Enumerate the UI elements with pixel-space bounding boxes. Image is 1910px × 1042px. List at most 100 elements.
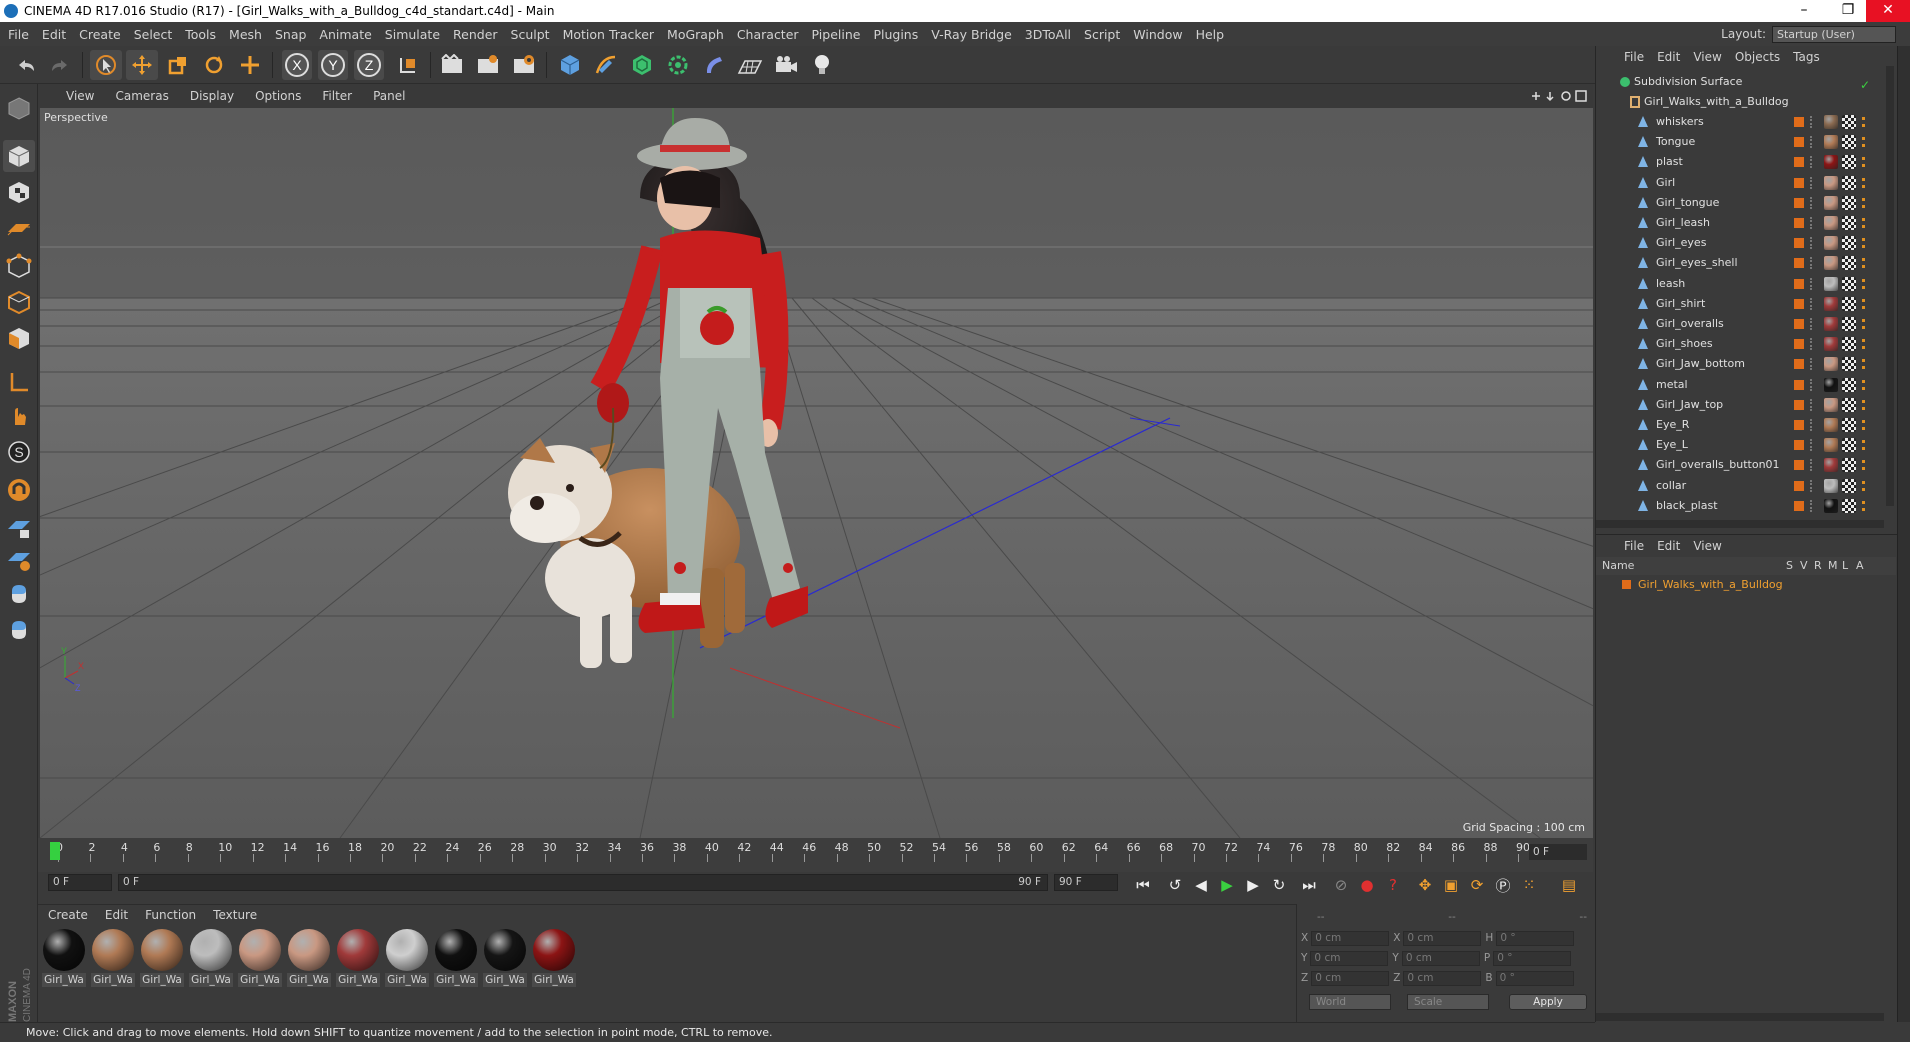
uvw-tag-icon[interactable] xyxy=(1842,296,1856,311)
object-row[interactable]: Girl_overalls_button01 xyxy=(1596,455,1896,475)
layer-column-header[interactable]: A xyxy=(1856,557,1864,575)
object-row[interactable]: Eye_L xyxy=(1596,435,1896,455)
material-swatch[interactable]: Girl_Wa xyxy=(42,927,86,993)
material-swatch[interactable]: Girl_Wa xyxy=(336,927,380,993)
material-swatch[interactable]: Girl_Wa xyxy=(385,927,429,993)
phong-tag-icon[interactable] xyxy=(1862,480,1868,491)
render-settings-icon[interactable] xyxy=(508,50,540,80)
key-parameter-icon[interactable]: Ⓟ xyxy=(1490,872,1516,898)
material-swatch[interactable]: Girl_Wa xyxy=(91,927,135,993)
visibility-dots[interactable] xyxy=(1810,479,1814,492)
visibility-dots[interactable] xyxy=(1810,277,1814,290)
layer-column-header[interactable]: S xyxy=(1786,557,1793,575)
object-row[interactable]: leash xyxy=(1596,274,1896,294)
material-tag-icon[interactable] xyxy=(1824,195,1838,210)
object-row[interactable]: Girl_Jaw_top xyxy=(1596,395,1896,415)
object-row[interactable]: Girl xyxy=(1596,173,1896,193)
layer-menu-file[interactable]: File xyxy=(1624,539,1644,553)
menu-plugins[interactable]: Plugins xyxy=(873,27,918,42)
phong-tag-icon[interactable] xyxy=(1862,137,1868,148)
phong-tag-icon[interactable] xyxy=(1862,157,1868,168)
uvw-tag-icon[interactable] xyxy=(1842,377,1856,392)
material-tag-icon[interactable] xyxy=(1824,276,1838,291)
magnet-tool-icon[interactable] xyxy=(3,474,35,506)
uvw-tag-icon[interactable] xyxy=(1842,175,1856,190)
keyframe-selection-icon[interactable]: ? xyxy=(1380,872,1406,898)
object-row[interactable]: whiskers xyxy=(1596,112,1896,132)
viewport-menu-filter[interactable]: Filter xyxy=(322,89,352,103)
material-tag-icon[interactable] xyxy=(1824,216,1838,230)
uvw-tag-icon[interactable] xyxy=(1842,357,1856,372)
coord-rotation-field[interactable]: 0 ° xyxy=(1496,930,1575,946)
visibility-dots[interactable] xyxy=(1810,176,1814,189)
layer-column-header[interactable]: V xyxy=(1800,557,1808,575)
menu-select[interactable]: Select xyxy=(134,27,173,42)
uvw-tag-icon[interactable] xyxy=(1842,317,1856,331)
menu-file[interactable]: File xyxy=(8,27,29,42)
z-axis-lock[interactable]: Z xyxy=(354,50,384,80)
phong-tag-icon[interactable] xyxy=(1862,460,1868,471)
menu-edit[interactable]: Edit xyxy=(42,27,66,42)
model-mode-icon[interactable] xyxy=(3,140,35,172)
material-swatch[interactable]: Girl_Wa xyxy=(140,927,184,993)
uvw-tag-icon[interactable] xyxy=(1842,135,1856,150)
object-row[interactable]: Girl_shoes xyxy=(1596,334,1896,354)
render-view-icon[interactable] xyxy=(436,50,468,80)
material-swatch[interactable]: Girl_Wa xyxy=(434,927,478,993)
array-generator-icon[interactable] xyxy=(662,50,694,80)
material-tag-icon[interactable] xyxy=(1824,498,1838,513)
visibility-dots[interactable] xyxy=(1810,439,1814,452)
menu-snap[interactable]: Snap xyxy=(275,27,306,42)
visibility-dots[interactable] xyxy=(1810,217,1814,229)
visibility-dots[interactable] xyxy=(1810,196,1814,209)
visibility-dots[interactable] xyxy=(1810,297,1814,310)
scale-dropdown[interactable]: Scale xyxy=(1407,994,1489,1010)
lock-workplane-icon[interactable] xyxy=(3,512,35,544)
python-script-2-icon[interactable] xyxy=(3,614,35,646)
object-row[interactable]: Girl_Jaw_bottom xyxy=(1596,354,1896,374)
coord-position-field[interactable]: 0 cm xyxy=(1311,930,1390,946)
menu-animate[interactable]: Animate xyxy=(319,27,371,42)
menu-tools[interactable]: Tools xyxy=(185,27,216,42)
visibility-dots[interactable] xyxy=(1810,237,1814,250)
material-tag-icon[interactable] xyxy=(1824,377,1838,392)
previous-frame-icon[interactable]: ◀ xyxy=(1188,872,1214,898)
uvw-tag-icon[interactable] xyxy=(1842,276,1856,291)
texture-mode-icon[interactable] xyxy=(3,176,35,208)
pen-spline-icon[interactable] xyxy=(590,50,622,80)
record-keys-icon[interactable]: ⊘ xyxy=(1328,872,1354,898)
material-menu-function[interactable]: Function xyxy=(145,908,196,922)
uvw-tag-icon[interactable] xyxy=(1842,195,1856,210)
end-frame-field[interactable]: 90 F xyxy=(1054,874,1118,891)
visibility-dots[interactable] xyxy=(1810,338,1814,351)
object-menu-edit[interactable]: Edit xyxy=(1657,50,1680,64)
visibility-dots[interactable] xyxy=(1810,499,1814,512)
material-tag-icon[interactable] xyxy=(1824,115,1838,129)
material-tag-icon[interactable] xyxy=(1824,478,1838,493)
material-tag-icon[interactable] xyxy=(1824,175,1838,190)
3d-viewport[interactable]: Y X Z Perspective Grid Spacing : 100 cm xyxy=(40,108,1593,838)
menu-script[interactable]: Script xyxy=(1084,27,1120,42)
material-tag-icon[interactable] xyxy=(1824,317,1838,331)
object-row[interactable]: metal xyxy=(1596,375,1896,395)
object-row[interactable]: Girl_tongue xyxy=(1596,193,1896,213)
timeline-ruler[interactable]: 0246810121416182022242628303234363840424… xyxy=(50,841,1530,862)
world-dropdown[interactable]: World xyxy=(1309,994,1391,1010)
scheme-settings-icon[interactable]: ▤ xyxy=(1556,872,1582,898)
coord-position-field[interactable]: 0 cm xyxy=(1310,950,1389,966)
phong-tag-icon[interactable] xyxy=(1862,319,1868,329)
uvw-tag-icon[interactable] xyxy=(1842,397,1856,412)
rotate-tool-icon[interactable] xyxy=(198,50,230,80)
material-menu-texture[interactable]: Texture xyxy=(213,908,257,922)
object-menu-tags[interactable]: Tags xyxy=(1793,50,1820,64)
redo-button[interactable] xyxy=(44,50,76,80)
viewport-menu-view[interactable]: View xyxy=(66,89,94,103)
points-mode-icon[interactable] xyxy=(3,250,35,282)
edges-mode-icon[interactable] xyxy=(3,286,35,318)
coord-rotation-field[interactable]: 0 ° xyxy=(1495,970,1574,986)
layer-menu-view[interactable]: View xyxy=(1693,539,1721,553)
go-to-start-icon[interactable]: ⏮ xyxy=(1130,872,1156,898)
layout-dropdown[interactable]: Startup (User) xyxy=(1772,25,1896,43)
go-to-previous-key-icon[interactable]: ↺ xyxy=(1162,872,1188,898)
menu-v-ray-bridge[interactable]: V-Ray Bridge xyxy=(931,27,1012,42)
